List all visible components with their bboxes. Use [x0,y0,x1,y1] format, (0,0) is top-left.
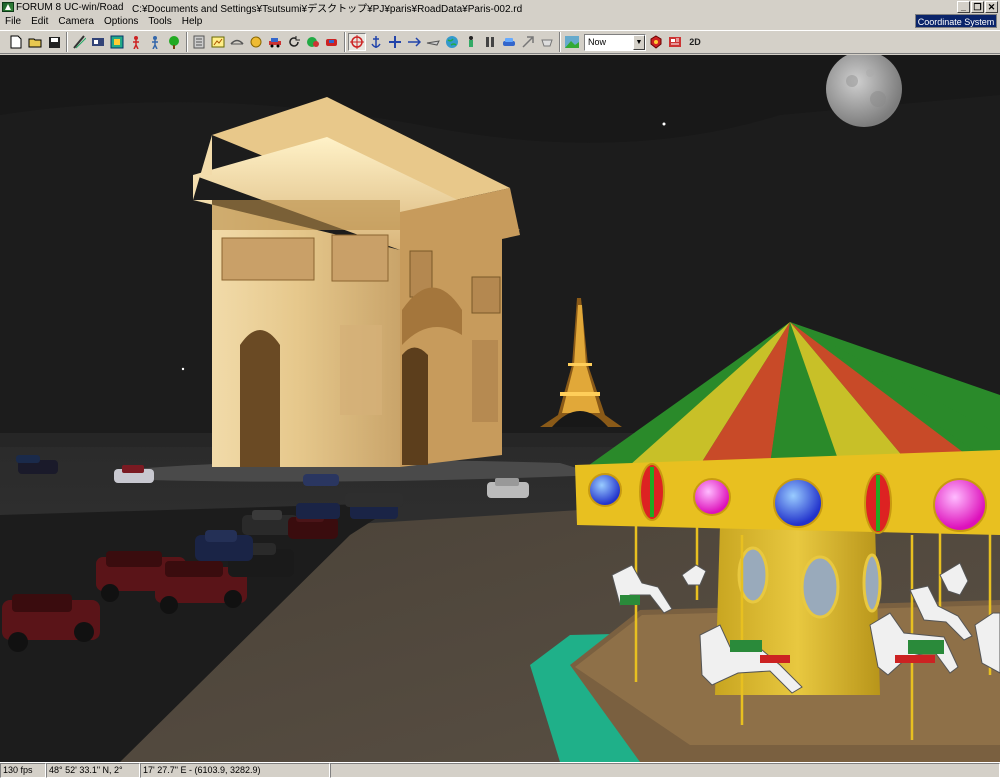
app-window: FORUM 8 UC-win/Road C:¥Documents and Set… [0,0,1000,778]
car-icon[interactable] [266,33,284,51]
plane-icon[interactable] [424,33,442,51]
new-icon[interactable] [7,33,25,51]
menu-file[interactable]: File [0,16,26,27]
menu-camera[interactable]: Camera [53,16,99,27]
scene-render [0,55,1000,762]
close-button[interactable]: ✕ [985,1,998,13]
edit-tool-group [66,32,186,52]
status-message [330,763,1000,778]
person-icon[interactable] [127,33,145,51]
anchor-icon[interactable] [367,33,385,51]
window-controls: _ ❐ ✕ [957,1,1000,13]
plant-icon[interactable] [165,33,183,51]
menu-options[interactable]: Options [99,16,143,27]
fps-readout: 130 fps [0,763,46,778]
main-toolbar: Now ▼ 2D [0,30,1000,54]
sky-icon[interactable] [538,33,556,51]
scene-icon[interactable] [89,33,107,51]
walk-icon[interactable] [146,33,164,51]
bridge-icon[interactable] [228,33,246,51]
app-name: UC-win/Road [64,1,124,13]
forum8-logo: FORUM 8 [0,2,64,13]
camera-tool-group [344,32,559,52]
driver-icon[interactable] [462,33,480,51]
menu-tools[interactable]: Tools [143,16,176,27]
3d-viewport[interactable] [0,55,1000,762]
open-icon[interactable] [26,33,44,51]
coordinate-system-indicator[interactable]: Coordinate System 0 [915,14,997,41]
forum8-logo-icon [2,2,14,12]
longitude-readout: 17' 27.7" E - (6103.9, 3282.9) [140,763,330,778]
status-bar: 130 fps 48° 52' 33.1" N, 2° 17' 27.7" E … [0,762,1000,778]
weather-icon[interactable] [563,33,581,51]
logo-text: FORUM 8 [16,1,61,13]
road-icon[interactable] [70,33,88,51]
landscape-icon[interactable] [209,33,227,51]
coin-icon[interactable] [247,33,265,51]
title-bar[interactable]: FORUM 8 UC-win/Road C:¥Documents and Set… [0,0,1000,15]
flag-square-icon[interactable] [647,33,665,51]
flag-icon[interactable] [304,33,322,51]
export-icon[interactable] [190,33,208,51]
minimize-button[interactable]: _ [957,1,970,13]
crosshair-icon[interactable] [348,33,366,51]
restore-button[interactable]: ❐ [971,1,984,13]
drive-car-icon[interactable] [500,33,518,51]
pause-icon[interactable] [481,33,499,51]
tree-icon[interactable] [108,33,126,51]
time-of-day-value: Now [588,37,607,47]
chevron-down-icon[interactable]: ▼ [633,34,645,50]
file-tool-group [4,32,66,52]
map-icon[interactable] [666,33,684,51]
file-path: C:¥Documents and Settings¥Tsutsumi¥デスクトッ… [132,3,523,15]
object-tool-group [186,32,344,52]
environment-tool-group: Now ▼ 2D [559,32,708,52]
arrow-icon[interactable] [519,33,537,51]
save-icon[interactable] [45,33,63,51]
globe-icon[interactable] [443,33,461,51]
menu-help[interactable]: Help [177,16,208,27]
fly-icon[interactable] [405,33,423,51]
rotate-icon[interactable] [285,33,303,51]
menu-bar: File Edit Camera Options Tools Help [0,14,1000,29]
2d-view-button[interactable]: 2D [685,33,705,51]
time-of-day-select[interactable]: Now ▼ [584,33,646,51]
latitude-readout: 48° 52' 33.1" N, 2° [46,763,140,778]
star [662,122,666,126]
move-icon[interactable] [386,33,404,51]
menu-edit[interactable]: Edit [26,16,53,27]
vehicle-icon[interactable] [323,33,341,51]
